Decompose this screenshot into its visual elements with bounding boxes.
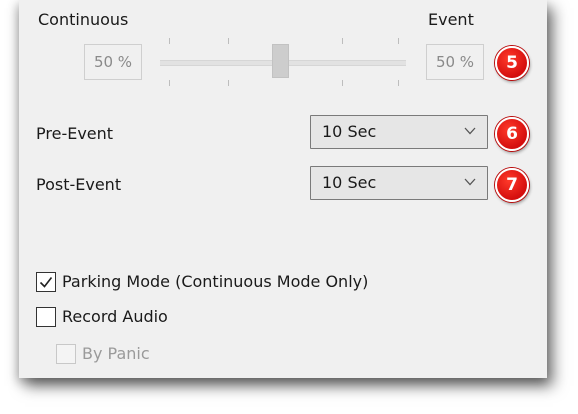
checkmark-icon: [39, 277, 53, 288]
pre-event-label: Pre-Event: [36, 124, 114, 143]
post-event-label: Post-Event: [36, 175, 122, 194]
post-event-value: 10 Sec: [322, 173, 377, 192]
parking-mode-label[interactable]: Parking Mode (Continuous Mode Only): [62, 272, 368, 291]
event-label: Event: [428, 10, 474, 29]
callout-badge-5: 5: [495, 46, 529, 80]
slider-tick: [398, 80, 399, 86]
by-panic-checkbox[interactable]: [56, 344, 76, 364]
slider-tick: [228, 80, 229, 86]
record-audio-checkbox[interactable]: [36, 307, 56, 327]
post-event-dropdown[interactable]: 10 Sec: [310, 166, 488, 200]
slider-tick: [398, 38, 399, 44]
slider-tick: [228, 38, 229, 44]
slider-tick: [169, 80, 170, 86]
chevron-down-icon: [464, 127, 476, 135]
callout-badge-6: 6: [495, 117, 529, 151]
pre-event-dropdown[interactable]: 10 Sec: [310, 115, 488, 149]
by-panic-label: By Panic: [82, 344, 150, 363]
callout-badge-7: 7: [495, 168, 529, 202]
pre-event-value: 10 Sec: [322, 122, 377, 141]
slider-tick: [342, 38, 343, 44]
slider-tick: [169, 38, 170, 44]
event-percent-field: 50 %: [426, 44, 484, 80]
slider-thumb[interactable]: [272, 44, 289, 78]
slider-tick: [342, 80, 343, 86]
continuous-label: Continuous: [38, 10, 129, 29]
continuous-percent-field: 50 %: [84, 44, 142, 80]
record-audio-label[interactable]: Record Audio: [62, 307, 168, 326]
chevron-down-icon: [464, 178, 476, 186]
parking-mode-checkbox[interactable]: [36, 272, 56, 292]
